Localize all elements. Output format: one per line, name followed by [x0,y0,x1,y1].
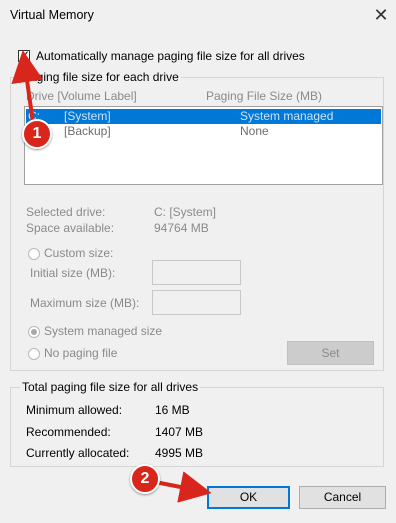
arrow-2-icon [154,471,212,503]
annotation-badge-2: 2 [130,464,160,494]
annotation-badge-1: 1 [22,119,52,149]
annotation-arrows [11,50,212,503]
